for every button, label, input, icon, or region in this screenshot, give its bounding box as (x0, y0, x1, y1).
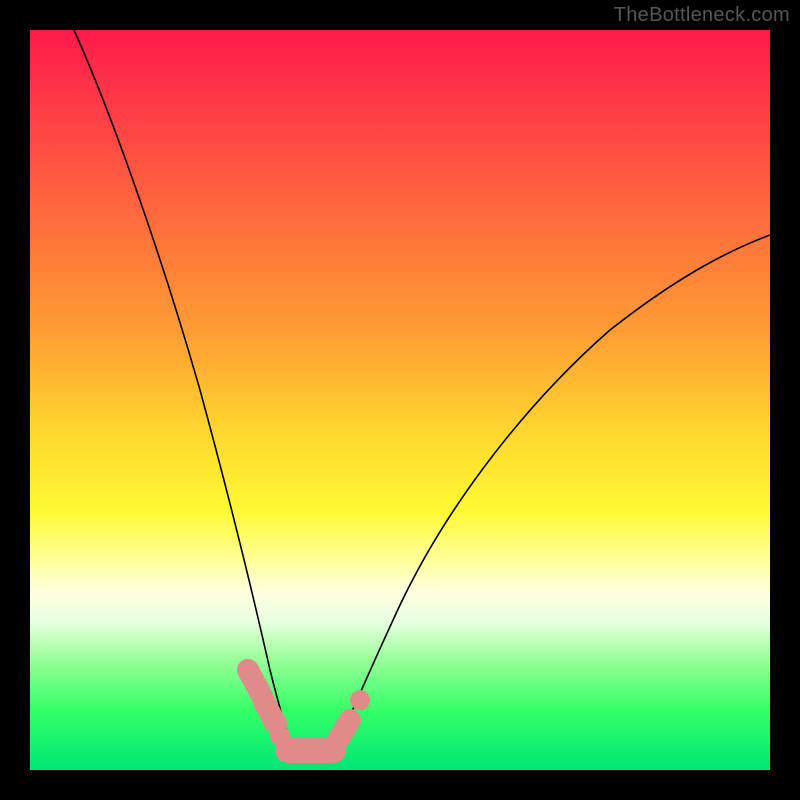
left-curve (74, 30, 293, 750)
marker-dot-2 (350, 690, 370, 710)
watermark-text: TheBottleneck.com (614, 4, 790, 27)
chart-svg (30, 30, 770, 770)
plot-area (30, 30, 770, 770)
marker-pill-3 (338, 720, 350, 740)
right-curve (333, 235, 770, 750)
marker-pill-2 (264, 702, 276, 724)
outer-frame: TheBottleneck.com (0, 0, 800, 800)
